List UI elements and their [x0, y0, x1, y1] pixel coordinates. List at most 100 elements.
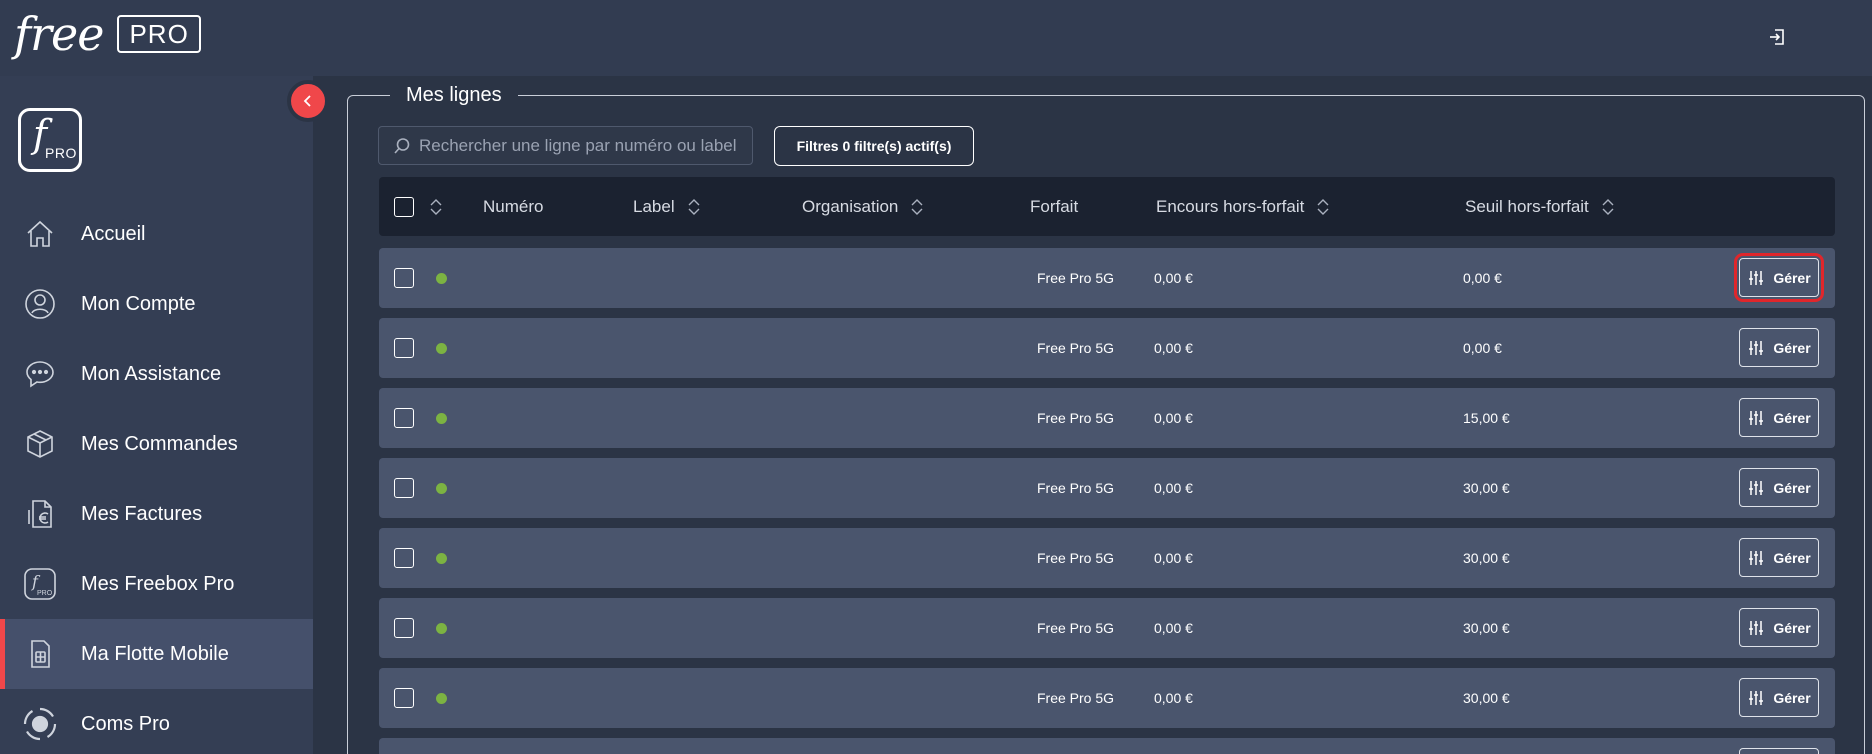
cell-encours: 0,00 €	[1154, 690, 1193, 706]
manage-button[interactable]: Gérer	[1739, 328, 1819, 367]
manage-button[interactable]: Gérer	[1739, 538, 1819, 577]
cell-seuil: 0,00 €	[1463, 340, 1502, 356]
manage-button-label: Gérer	[1773, 619, 1811, 636]
sidebar-item-mon-assistance[interactable]: Mon Assistance	[0, 339, 313, 409]
brand-free-text: free	[14, 7, 104, 61]
sim-card-icon	[22, 636, 58, 672]
manage-button-label: Gérer	[1773, 269, 1811, 286]
sidebar-item-coms-pro[interactable]: Coms Pro	[0, 689, 313, 754]
invoice-euro-icon	[22, 496, 58, 532]
tune-icon	[1747, 479, 1765, 497]
manage-button-label: Gérer	[1773, 339, 1811, 356]
column-seuil-text: Seuil hors-forfait	[1465, 196, 1589, 216]
sidebar-item-mes-commandes[interactable]: Mes Commandes	[0, 409, 313, 479]
user-icon	[22, 286, 58, 322]
column-organisation-text: Organisation	[802, 196, 899, 216]
table-row: Free Pro 5G 0,00 € 30,00 € Gérer	[379, 528, 1835, 588]
logo-pro-text: PRO	[45, 145, 77, 161]
table-row: Free Pro 5G 0,00 € 15,00 € Gérer	[379, 388, 1835, 448]
manage-button-label: Gérer	[1773, 549, 1811, 566]
svg-text:f: f	[31, 572, 41, 591]
sidebar-item-mes-factures[interactable]: Mes Factures	[0, 479, 313, 549]
sidebar-item-label: Mon Assistance	[81, 362, 222, 385]
svg-text:PRO: PRO	[37, 590, 53, 597]
sort-icon	[430, 198, 442, 215]
brand-logo[interactable]: free PRO	[14, 10, 201, 58]
cell-forfait: Free Pro 5G	[1037, 550, 1115, 566]
table-row: Free Pro 5G 0,00 € 30,00 € Gérer	[379, 668, 1835, 728]
freebox-pro-icon: f PRO	[22, 566, 58, 602]
cell-seuil: 15,00 €	[1463, 410, 1510, 426]
cell-forfait: Free Pro 5G	[1037, 270, 1115, 286]
cell-forfait: Free Pro 5G	[1037, 620, 1115, 636]
column-organisation[interactable]: Organisation	[802, 177, 924, 236]
status-dot	[436, 343, 447, 354]
cell-forfait: Free Pro 5G	[1037, 410, 1115, 426]
manage-button-label: Gérer	[1773, 409, 1811, 426]
sidebar-item-accueil[interactable]: Accueil	[0, 199, 313, 269]
sort-icon	[910, 198, 924, 216]
manage-button[interactable]: Gérer	[1739, 468, 1819, 507]
status-dot	[436, 413, 447, 424]
sidebar-nav: Accueil Mon Compte Mon Assistance Mes Co…	[0, 199, 313, 754]
status-dot	[436, 553, 447, 564]
column-label-text: Label	[633, 196, 675, 216]
sidebar-item-label: Mes Freebox Pro	[81, 572, 235, 595]
logout-icon[interactable]	[1764, 24, 1790, 50]
manage-button-label: Gérer	[1773, 479, 1811, 496]
tune-icon	[1747, 689, 1765, 707]
column-numero[interactable]: Numéro	[483, 177, 543, 236]
search-box[interactable]	[378, 126, 753, 165]
manage-button[interactable]: Gérer	[1739, 678, 1819, 717]
filters-button[interactable]: Filtres 0 filtre(s) actif(s)	[774, 126, 974, 166]
manage-button[interactable]	[1739, 748, 1819, 754]
manage-button[interactable]: Gérer	[1739, 608, 1819, 647]
column-encours[interactable]: Encours hors-forfait	[1156, 177, 1330, 236]
table-row: Free Pro 5G 0,00 € 0,00 € Gérer	[379, 248, 1835, 308]
row-checkbox[interactable]	[394, 548, 414, 568]
tune-icon	[1747, 619, 1765, 637]
tune-icon	[1747, 269, 1765, 287]
sidebar-item-label: Mon Compte	[81, 292, 196, 315]
status-dot	[436, 483, 447, 494]
free-pro-logo: f PRO	[18, 108, 82, 172]
cell-encours: 0,00 €	[1154, 410, 1193, 426]
sidebar-item-label: Coms Pro	[81, 712, 170, 735]
cell-forfait: Free Pro 5G	[1037, 480, 1115, 496]
column-label[interactable]: Label	[633, 177, 701, 236]
row-checkbox[interactable]	[394, 408, 414, 428]
column-encours-text: Encours hors-forfait	[1156, 196, 1305, 216]
box-icon	[22, 426, 58, 462]
sort-status-button[interactable]	[429, 177, 443, 236]
collapse-sidebar-button[interactable]	[287, 80, 329, 122]
table-row: Free Pro 5G 0,00 € 30,00 € Gérer	[379, 458, 1835, 518]
manage-button-label: Gérer	[1773, 689, 1811, 706]
column-forfait: Forfait	[1030, 196, 1079, 216]
sidebar-item-ma-flotte-mobile[interactable]: Ma Flotte Mobile	[0, 619, 313, 689]
manage-button[interactable]: Gérer	[1739, 398, 1819, 437]
cell-encours: 0,00 €	[1154, 620, 1193, 636]
sidebar-item-mes-freebox-pro[interactable]: f PRO Mes Freebox Pro	[0, 549, 313, 619]
sidebar-item-mon-compte[interactable]: Mon Compte	[0, 269, 313, 339]
search-input[interactable]	[419, 135, 739, 156]
table-row	[379, 738, 1835, 754]
row-checkbox[interactable]	[394, 618, 414, 638]
cell-seuil: 0,00 €	[1463, 270, 1502, 286]
row-checkbox[interactable]	[394, 688, 414, 708]
sort-icon	[687, 198, 701, 216]
cell-encours: 0,00 €	[1154, 270, 1193, 286]
status-dot	[436, 623, 447, 634]
cell-seuil: 30,00 €	[1463, 690, 1510, 706]
manage-button[interactable]: Gérer	[1734, 253, 1824, 302]
column-seuil[interactable]: Seuil hors-forfait	[1465, 177, 1615, 236]
home-icon	[22, 216, 58, 252]
tune-icon	[1747, 549, 1765, 567]
top-bar: free PRO	[0, 0, 1872, 76]
row-checkbox[interactable]	[394, 478, 414, 498]
cell-forfait: Free Pro 5G	[1037, 690, 1115, 706]
row-checkbox[interactable]	[394, 268, 414, 288]
row-checkbox[interactable]	[394, 338, 414, 358]
tune-icon	[1747, 339, 1765, 357]
sidebar-item-label: Mes Commandes	[81, 432, 238, 455]
select-all-checkbox[interactable]	[394, 197, 414, 217]
